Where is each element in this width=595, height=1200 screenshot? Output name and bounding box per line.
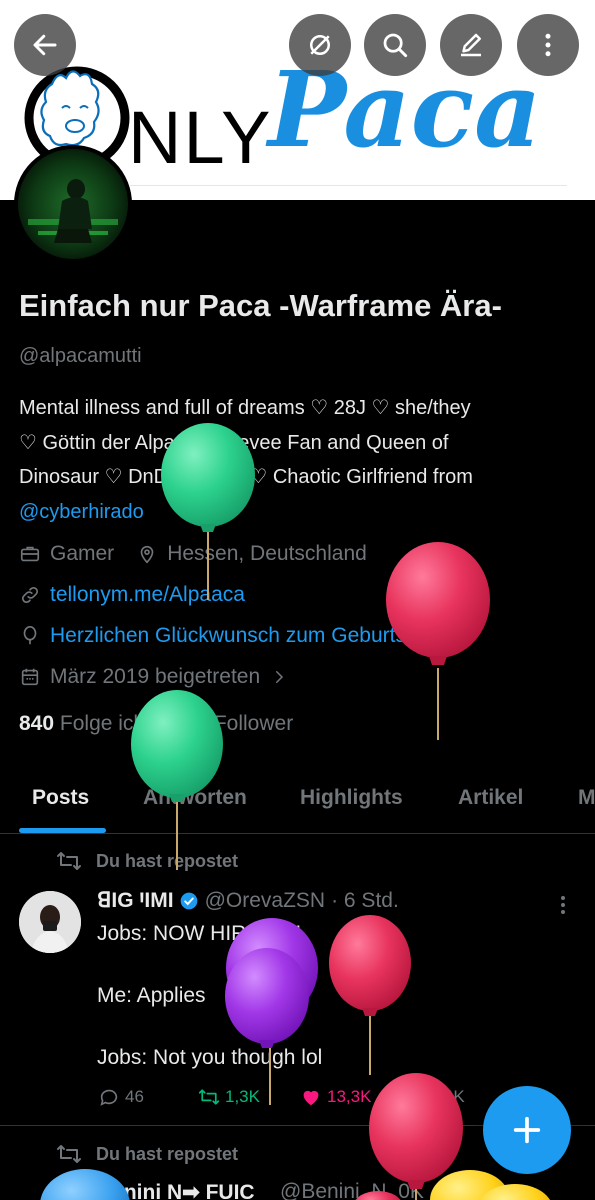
repost-label: Du hast repostet (96, 1143, 239, 1164)
svg-text:NLY: NLY (128, 96, 272, 179)
search-button[interactable] (364, 14, 426, 76)
birthday-row[interactable]: Herzlichen Glückwunsch zum Geburtstag! (19, 624, 441, 648)
balloon-red (329, 915, 411, 1075)
followers-label: Follower (213, 712, 294, 735)
joined-row[interactable]: März 2019 beigetreten (19, 665, 297, 689)
post-author-avatar[interactable] (19, 891, 81, 953)
banner-rule (130, 185, 567, 186)
views-count: 124K (425, 1087, 465, 1106)
reply-action[interactable]: 46 (98, 1086, 144, 1108)
tab-replies[interactable]: Antworten (143, 786, 247, 810)
link-icon (21, 586, 39, 604)
post-author-name[interactable]: Benini N➡ FUIC (97, 1180, 255, 1200)
post-author-handle[interactable]: @OrevaZSN (205, 889, 326, 913)
heart-icon (303, 1090, 319, 1106)
back-arrow-icon (33, 34, 57, 56)
bio-line: Mental illness and full of dreams ♡ 28J … (19, 397, 471, 419)
profile-handle: @alpacamutti (19, 345, 142, 367)
repost-icon (198, 1089, 220, 1105)
more-button[interactable] (517, 14, 579, 76)
reply-count: 46 (125, 1087, 144, 1106)
back-button[interactable] (14, 14, 76, 76)
followers-stat[interactable]: 172 Follower (173, 712, 293, 735)
profile-tabs: Posts Antworten Highlights Artikel M (0, 772, 595, 834)
tab-posts[interactable]: Posts (32, 786, 89, 810)
repost-icon (57, 852, 81, 870)
repost-icon (57, 1145, 81, 1163)
tab-media[interactable]: M (578, 786, 595, 810)
like-action[interactable]: 13,3K (300, 1086, 371, 1108)
post-header: ꓭIG ꞋIMI @OrevaZSN · 6 Std. (97, 888, 399, 913)
birthday-text[interactable]: Herzlichen Glückwunsch zum Geburtstag! (50, 624, 441, 648)
tab-highlights[interactable]: Highlights (300, 786, 403, 810)
repost-action[interactable]: 1,3K (198, 1086, 260, 1108)
edit-button[interactable] (440, 14, 502, 76)
balloon-yellow (479, 1184, 551, 1200)
views-chart-icon (401, 1090, 418, 1106)
views-action[interactable]: 124K (398, 1086, 465, 1108)
plus-icon (513, 1116, 541, 1144)
briefcase-icon (20, 546, 40, 562)
verified-badge-icon (180, 892, 197, 909)
active-tab-indicator (19, 828, 106, 833)
category-text: Gamer (50, 542, 115, 565)
profile-meta-row: Gamer Hessen, Deutschland (19, 542, 367, 566)
joined-text: März 2019 beigetreten (50, 665, 261, 688)
search-icon (383, 33, 408, 58)
post-text: Jobs: NOW HIRING!!! Me: Applies Jobs: No… (97, 922, 323, 1069)
compose-button[interactable] (483, 1086, 571, 1174)
mute-slash-icon (310, 35, 330, 55)
following-stat[interactable]: 840 Folge ich (19, 712, 145, 735)
follow-stats: 840 Folge ich 172 Follower (19, 712, 293, 736)
post-time: · 6 Std. (331, 888, 399, 912)
following-label: Folge ich (59, 712, 146, 735)
following-count: 840 (19, 712, 55, 735)
display-name: Einfach nur Paca -Warframe Ära- (19, 288, 502, 323)
like-count: 13,3K (327, 1087, 372, 1106)
location-text: Hessen, Deutschland (167, 542, 367, 565)
tab-articles[interactable]: Artikel (458, 786, 523, 810)
bio-line: Dinosaur ♡ DnD ♡ FF14 ♡ Chaotic Girlfrie… (19, 466, 473, 488)
post-author-name[interactable]: ꓭIG ꞋIMI (97, 888, 174, 913)
bio-mention-link[interactable]: @cyberhirado (19, 495, 579, 530)
calendar-icon (21, 668, 39, 686)
profile-bio: Mental illness and full of dreams ♡ 28J … (19, 391, 579, 529)
balloon-icon (23, 626, 37, 645)
location-pin-icon (140, 545, 154, 564)
website-link[interactable]: tellonym.me/Alpaaca (50, 583, 245, 607)
repost-indicator: Du hast repostet (56, 850, 238, 872)
balloon-yellow (430, 1170, 510, 1200)
repost-label: Du hast repostet (96, 850, 239, 871)
repost-indicator: Du hast repostet (56, 1143, 238, 1165)
followers-count: 172 (172, 712, 208, 735)
edit-pencil-icon (461, 33, 481, 57)
post-author-handle[interactable]: @Benini_N_0K (280, 1180, 424, 1200)
website-row[interactable]: tellonym.me/Alpaaca (19, 583, 245, 607)
repost-count: 1,3K (225, 1087, 260, 1106)
more-vertical-icon (545, 33, 551, 57)
bio-line: ♡ Göttin der Alpaca ♡ Eevee Fan and Quee… (19, 431, 449, 454)
post-more-icon[interactable] (553, 893, 573, 917)
profile-avatar[interactable] (14, 145, 132, 263)
mute-button[interactable] (289, 14, 351, 76)
chevron-right-icon[interactable] (270, 668, 288, 686)
reply-icon (100, 1089, 118, 1106)
